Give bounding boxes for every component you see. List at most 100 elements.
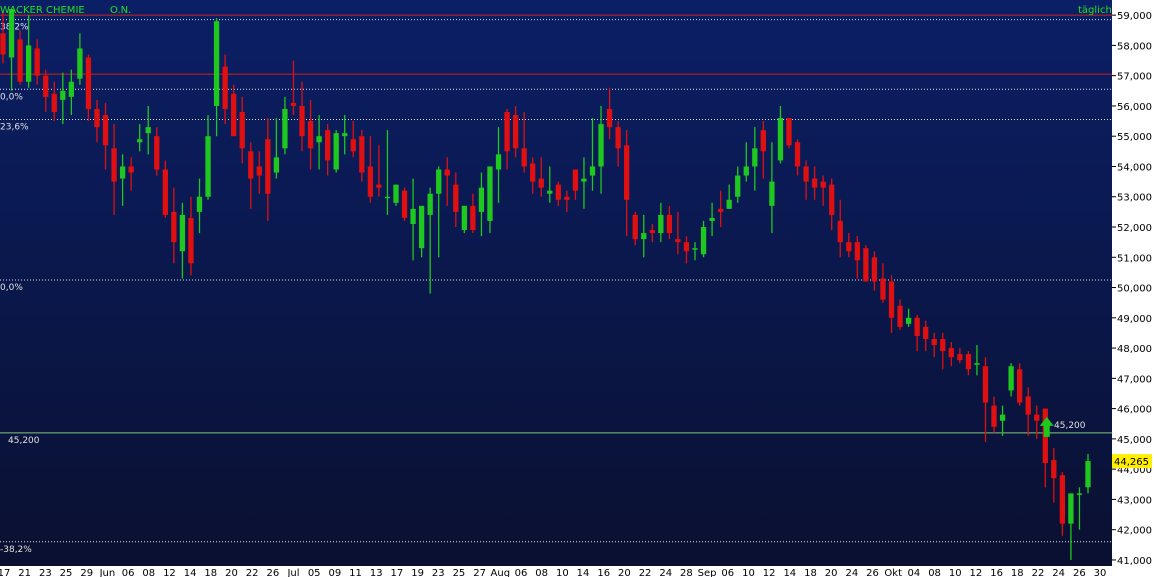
- x-tick-label: 10: [556, 568, 569, 577]
- candle-body: [778, 118, 783, 160]
- candle-body: [197, 197, 202, 212]
- candle-body: [889, 281, 894, 317]
- candle-body: [17, 39, 22, 81]
- candle-body: [1085, 461, 1090, 487]
- candle-body: [410, 209, 415, 224]
- candle-body: [146, 127, 151, 133]
- x-tick-label: 25: [60, 568, 73, 577]
- candle-body: [308, 121, 313, 148]
- candle-body: [556, 185, 561, 200]
- candle-body: [821, 182, 826, 188]
- candle-body: [419, 206, 424, 248]
- candle-body: [385, 197, 390, 199]
- y-tick-label: 55,000: [1117, 132, 1152, 143]
- candle-body: [727, 200, 732, 209]
- candle-body: [0, 33, 5, 54]
- candle-body: [325, 130, 330, 160]
- candle-body: [650, 230, 655, 233]
- x-tick-label: Jul: [286, 568, 299, 577]
- instrument-name: WACKER CHEMIE: [0, 5, 85, 16]
- x-tick-label: 05: [308, 568, 321, 577]
- candle-body: [1008, 366, 1013, 390]
- candle-body: [675, 239, 680, 242]
- y-tick-label: 45,000: [1117, 435, 1152, 446]
- candle-body: [718, 209, 723, 212]
- candle-body: [1017, 369, 1022, 402]
- candle-body: [1060, 475, 1065, 523]
- candle-body: [1068, 493, 1073, 523]
- x-tick-label: 12: [763, 568, 776, 577]
- x-tick-label: 08: [142, 568, 155, 577]
- x-tick-label: 17: [391, 568, 404, 577]
- candle-body: [880, 278, 885, 299]
- candle-body: [334, 133, 339, 169]
- x-tick-label: 12: [163, 568, 176, 577]
- candle-body: [77, 48, 82, 78]
- candle-body: [914, 318, 919, 336]
- x-tick-label: 29: [80, 568, 93, 577]
- y-tick-label: 53,000: [1117, 193, 1152, 204]
- y-tick-label: 49,000: [1117, 314, 1152, 325]
- x-tick-label: 24: [845, 568, 858, 577]
- candle-body: [26, 45, 31, 81]
- x-tick-label: 10: [949, 568, 962, 577]
- candle-body: [701, 227, 706, 254]
- candle-body: [974, 363, 979, 365]
- x-tick-label: 09: [329, 568, 342, 577]
- candle-body: [137, 139, 142, 142]
- candle-body: [658, 215, 663, 233]
- candle-body: [735, 176, 740, 197]
- candle-body: [188, 218, 193, 263]
- candle-body: [641, 233, 646, 239]
- candle-body: [240, 112, 245, 148]
- candle-body: [709, 218, 714, 221]
- candle-body: [60, 91, 65, 100]
- candle-body: [803, 166, 808, 181]
- x-tick-label: 26: [866, 568, 879, 577]
- candle-body: [428, 194, 433, 215]
- candle-body: [1077, 493, 1082, 495]
- candle-body: [795, 142, 800, 166]
- candle-body: [573, 169, 578, 190]
- candle-body: [69, 82, 74, 97]
- candle-body: [983, 366, 988, 402]
- candle-body: [940, 339, 945, 351]
- candle-body: [1026, 397, 1031, 415]
- candle-body: [598, 124, 603, 166]
- candle-body: [496, 154, 501, 169]
- y-tick-label: 48,000: [1117, 344, 1152, 355]
- candle-body: [43, 76, 48, 97]
- candle-body: [667, 215, 672, 233]
- candle-body: [692, 248, 697, 250]
- x-tick-label: 24: [659, 568, 672, 577]
- x-tick-label: 06: [721, 568, 734, 577]
- candle-body: [1000, 415, 1005, 421]
- x-tick-label: 20: [225, 568, 238, 577]
- candle-body: [581, 179, 586, 182]
- candle-body: [462, 206, 467, 230]
- candle-body: [171, 212, 176, 242]
- y-tick-label: 57,000: [1117, 72, 1152, 83]
- candle-body: [863, 248, 868, 281]
- candle-body: [231, 94, 236, 136]
- candle-body: [222, 67, 227, 109]
- candle-body: [923, 327, 928, 339]
- candle-body: [359, 136, 364, 172]
- x-tick-label: 22: [1032, 568, 1045, 577]
- x-tick-label: 24: [1052, 568, 1065, 577]
- candle-body: [351, 139, 356, 151]
- x-tick-label: 20: [618, 568, 631, 577]
- x-tick-label: 25: [453, 568, 466, 577]
- candle-body: [274, 157, 279, 172]
- x-tick-label: Jun: [99, 568, 116, 577]
- candle-body: [633, 215, 638, 239]
- x-tick-label: 14: [783, 568, 796, 577]
- candle-body: [248, 151, 253, 178]
- x-tick-label: 04: [908, 568, 921, 577]
- candle-body: [615, 127, 620, 148]
- candle-body: [1051, 460, 1056, 478]
- candle-body: [94, 109, 99, 127]
- y-tick-label: 41,000: [1117, 556, 1152, 567]
- x-tick-label: 06: [515, 568, 528, 577]
- x-tick-label: 18: [1011, 568, 1024, 577]
